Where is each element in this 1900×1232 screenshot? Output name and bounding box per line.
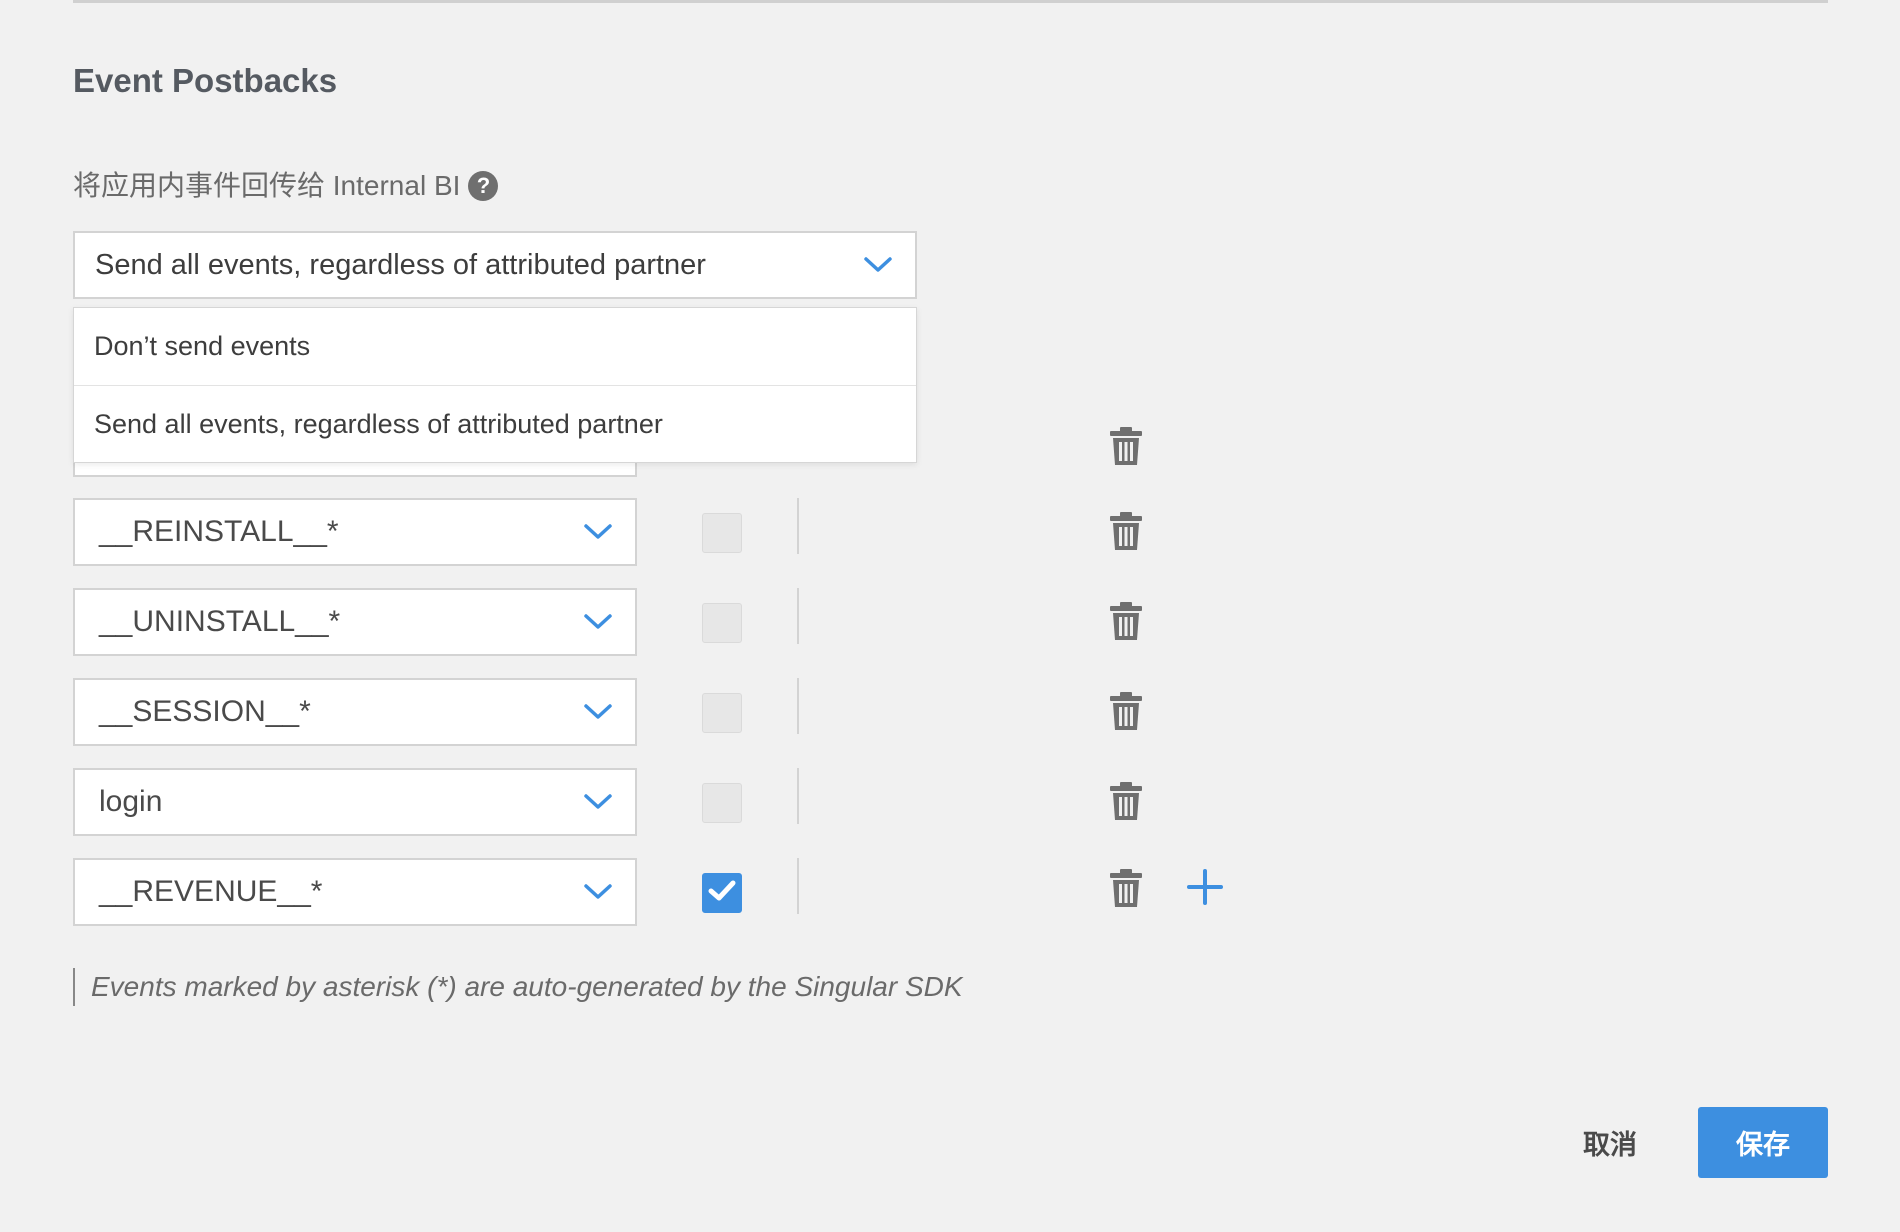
asterisk-note: Events marked by asterisk (*) are auto-g…	[73, 968, 963, 1006]
trash-icon[interactable]	[1109, 426, 1143, 466]
chevron-down-icon	[583, 613, 613, 631]
event-select[interactable]: __SESSION__*	[73, 678, 637, 746]
trash-icon[interactable]	[1109, 781, 1143, 821]
event-row: __REVENUE__*	[73, 858, 1273, 926]
row-divider	[797, 588, 799, 644]
postback-mode-dropdown: Don’t send events Send all events, regar…	[73, 307, 917, 463]
question-icon[interactable]: ?	[468, 171, 499, 201]
send-events-label-text: 将应用内事件回传给 Internal BI	[73, 170, 461, 201]
option-send-all-events[interactable]: Send all events, regardless of attribute…	[74, 385, 916, 462]
trash-icon[interactable]	[1109, 601, 1143, 641]
chevron-down-icon	[583, 523, 613, 541]
row-divider	[797, 678, 799, 734]
event-select[interactable]: login	[73, 768, 637, 836]
row-divider	[797, 858, 799, 914]
trash-icon[interactable]	[1109, 691, 1143, 731]
event-select-value: login	[99, 785, 163, 818]
event-select[interactable]: __REINSTALL__*	[73, 498, 637, 566]
event-checkbox[interactable]	[702, 603, 742, 643]
top-divider	[73, 0, 1828, 3]
event-checkbox[interactable]	[702, 513, 742, 553]
event-row: __SESSION__*	[73, 678, 1273, 746]
event-row: __UNINSTALL__*	[73, 588, 1273, 656]
event-select-value: __UNINSTALL__*	[99, 605, 341, 638]
row-divider	[797, 768, 799, 824]
event-select-value: __REINSTALL__*	[99, 515, 339, 548]
event-checkbox[interactable]	[702, 693, 742, 733]
chevron-down-icon	[583, 703, 613, 721]
trash-icon[interactable]	[1109, 868, 1143, 908]
option-dont-send-events[interactable]: Don’t send events	[74, 308, 916, 385]
event-row: login	[73, 768, 1273, 836]
postback-mode-select[interactable]: Send all events, regardless of attribute…	[73, 231, 917, 299]
cancel-button[interactable]: 取消	[1560, 1107, 1660, 1177]
event-select[interactable]: __REVENUE__*	[73, 858, 637, 926]
checkmark-icon	[708, 880, 736, 907]
section-title: Event Postbacks	[73, 62, 338, 99]
plus-icon[interactable]	[1186, 868, 1224, 906]
save-button[interactable]: 保存	[1698, 1107, 1828, 1178]
event-select-value: __REVENUE__*	[99, 875, 323, 908]
event-row: __REINSTALL__*	[73, 498, 1273, 566]
send-events-label: 将应用内事件回传给 Internal BI ?	[73, 164, 499, 204]
chevron-down-icon	[583, 883, 613, 901]
chevron-down-icon	[583, 793, 613, 811]
event-select-value: __SESSION__*	[99, 695, 311, 728]
row-divider	[797, 498, 799, 554]
event-checkbox[interactable]	[702, 783, 742, 823]
event-select[interactable]: __UNINSTALL__*	[73, 588, 637, 656]
postback-mode-selected-value: Send all events, regardless of attribute…	[95, 248, 706, 281]
chevron-down-icon	[863, 256, 893, 274]
trash-icon[interactable]	[1109, 511, 1143, 551]
event-checkbox[interactable]	[702, 873, 742, 913]
